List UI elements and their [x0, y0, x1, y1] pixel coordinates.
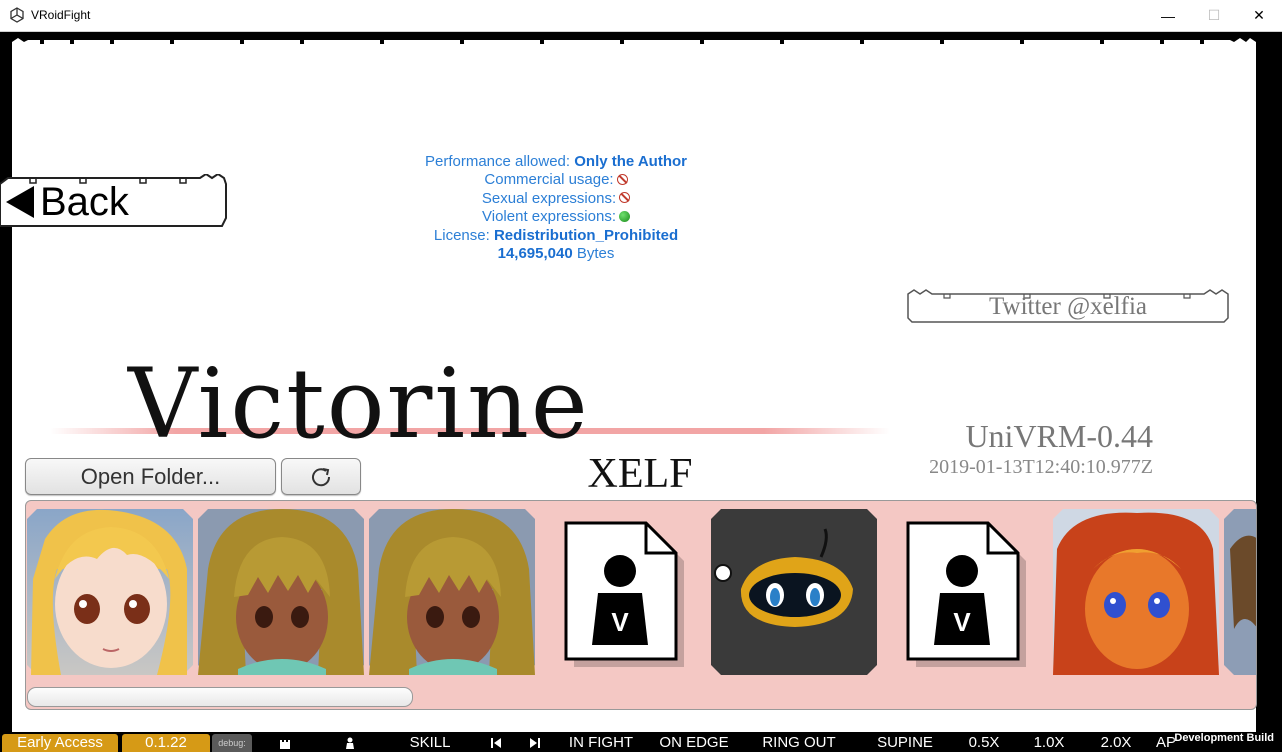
model-author: XELF	[587, 451, 693, 497]
early-access-badge[interactable]: Early Access	[2, 734, 118, 752]
license-value: Redistribution_Prohibited	[493, 226, 679, 244]
gallery-item-brunette[interactable]	[198, 509, 364, 675]
svg-text:V: V	[611, 607, 629, 637]
gallery-item-placeholder[interactable]: V	[540, 509, 706, 675]
avatar-blonde-thumbnail	[27, 509, 193, 675]
gallery-item-placeholder-2[interactable]: V	[882, 509, 1048, 675]
vrm-file-placeholder-icon: V	[564, 521, 684, 667]
violent-row: Violent expressions:	[300, 208, 812, 226]
allowed-icon	[618, 210, 630, 222]
prev-button[interactable]	[478, 734, 514, 752]
gallery-item-brunette-2[interactable]	[369, 509, 535, 675]
skill-button[interactable]: SKILL	[385, 734, 475, 752]
performance-label: Performance allowed:	[424, 153, 571, 170]
window-titlebar: VRoidFight — ☐ ✕	[0, 0, 1282, 32]
avatar-partial-thumbnail	[1224, 509, 1256, 675]
size-unit: Bytes	[576, 245, 615, 263]
refresh-button[interactable]	[281, 458, 361, 495]
window-title: VRoidFight	[31, 8, 91, 22]
version-badge[interactable]: 0.1.22	[122, 734, 210, 752]
skip-back-icon	[491, 738, 501, 748]
twitter-button[interactable]: Twitter @xelfia	[904, 286, 1232, 326]
model-timestamp: 2019-01-13T12:40:10.977Z	[929, 456, 1153, 478]
performance-value: Only the Author	[574, 153, 688, 170]
gallery-item-cat[interactable]	[711, 509, 877, 675]
ring-out-button[interactable]: RING OUT	[742, 734, 856, 752]
debug-label: debug:	[212, 734, 252, 752]
back-button[interactable]: Back	[0, 174, 228, 230]
model-version: UniVRM-0.44	[965, 418, 1153, 454]
twitter-label: Twitter @xelfia	[988, 293, 1148, 320]
sexual-label: Sexual expressions:	[481, 189, 617, 207]
size-value: 14,695,040	[497, 245, 573, 263]
prohibited-icon	[616, 173, 628, 185]
size-row: 14,695,040 Bytes	[300, 245, 812, 263]
commercial-label: Commercial usage:	[484, 171, 614, 189]
avatar-fire-thumbnail	[1053, 509, 1219, 675]
model-gallery[interactable]: V V	[25, 500, 1257, 710]
sexual-row: Sexual expressions:	[300, 190, 812, 208]
debug-pawn-button[interactable]	[318, 734, 382, 752]
on-edge-button[interactable]: ON EDGE	[649, 734, 739, 752]
panel-top-border-decoration	[0, 32, 1282, 48]
speed-2-0x-button[interactable]: 2.0X	[1084, 734, 1148, 752]
avatar-cat-thumbnail	[711, 509, 877, 675]
open-folder-button[interactable]: Open Folder...	[25, 458, 276, 495]
gallery-scrollbar[interactable]	[27, 687, 413, 707]
gallery-item-blonde[interactable]	[27, 509, 193, 675]
prohibited-icon	[619, 192, 631, 204]
gallery-item-partial[interactable]	[1224, 509, 1256, 675]
license-label: License:	[433, 226, 490, 244]
model-name: Victorine	[128, 348, 590, 460]
next-button[interactable]	[517, 734, 553, 752]
refresh-icon	[312, 467, 331, 486]
violent-label: Violent expressions:	[482, 208, 616, 226]
commercial-row: Commercial usage:	[300, 171, 812, 189]
close-button[interactable]: ✕	[1236, 0, 1282, 31]
skip-forward-icon	[530, 738, 540, 748]
license-info-block: Performance allowed: Only the Author Com…	[300, 153, 812, 263]
development-build-label: Development Build	[1174, 732, 1274, 744]
back-label: Back	[40, 180, 129, 224]
avatar-brunette-thumbnail	[198, 509, 364, 675]
in-fight-button[interactable]: IN FIGHT	[556, 734, 646, 752]
unity-app-icon	[10, 7, 24, 23]
gallery-item-fire[interactable]	[1053, 509, 1219, 675]
debug-status-bar: Early Access 0.1.22 debug: SKILL IN FIGH…	[0, 732, 1282, 752]
castle-icon	[280, 740, 290, 749]
pawn-icon	[346, 737, 354, 749]
debug-castle-button[interactable]	[255, 734, 315, 752]
speed-0-5x-button[interactable]: 0.5X	[954, 734, 1014, 752]
license-row: License: Redistribution_Prohibited	[300, 227, 812, 245]
vrm-file-placeholder-icon: V	[906, 521, 1026, 667]
avatar-brunette-thumbnail	[369, 509, 535, 675]
performance-row: Performance allowed: Only the Author	[300, 153, 812, 171]
supine-button[interactable]: SUPINE	[859, 734, 951, 752]
maximize-button[interactable]: ☐	[1191, 0, 1237, 31]
svg-text:V: V	[953, 607, 971, 637]
minimize-button[interactable]: —	[1145, 0, 1191, 31]
speed-1-0x-button[interactable]: 1.0X	[1017, 734, 1081, 752]
